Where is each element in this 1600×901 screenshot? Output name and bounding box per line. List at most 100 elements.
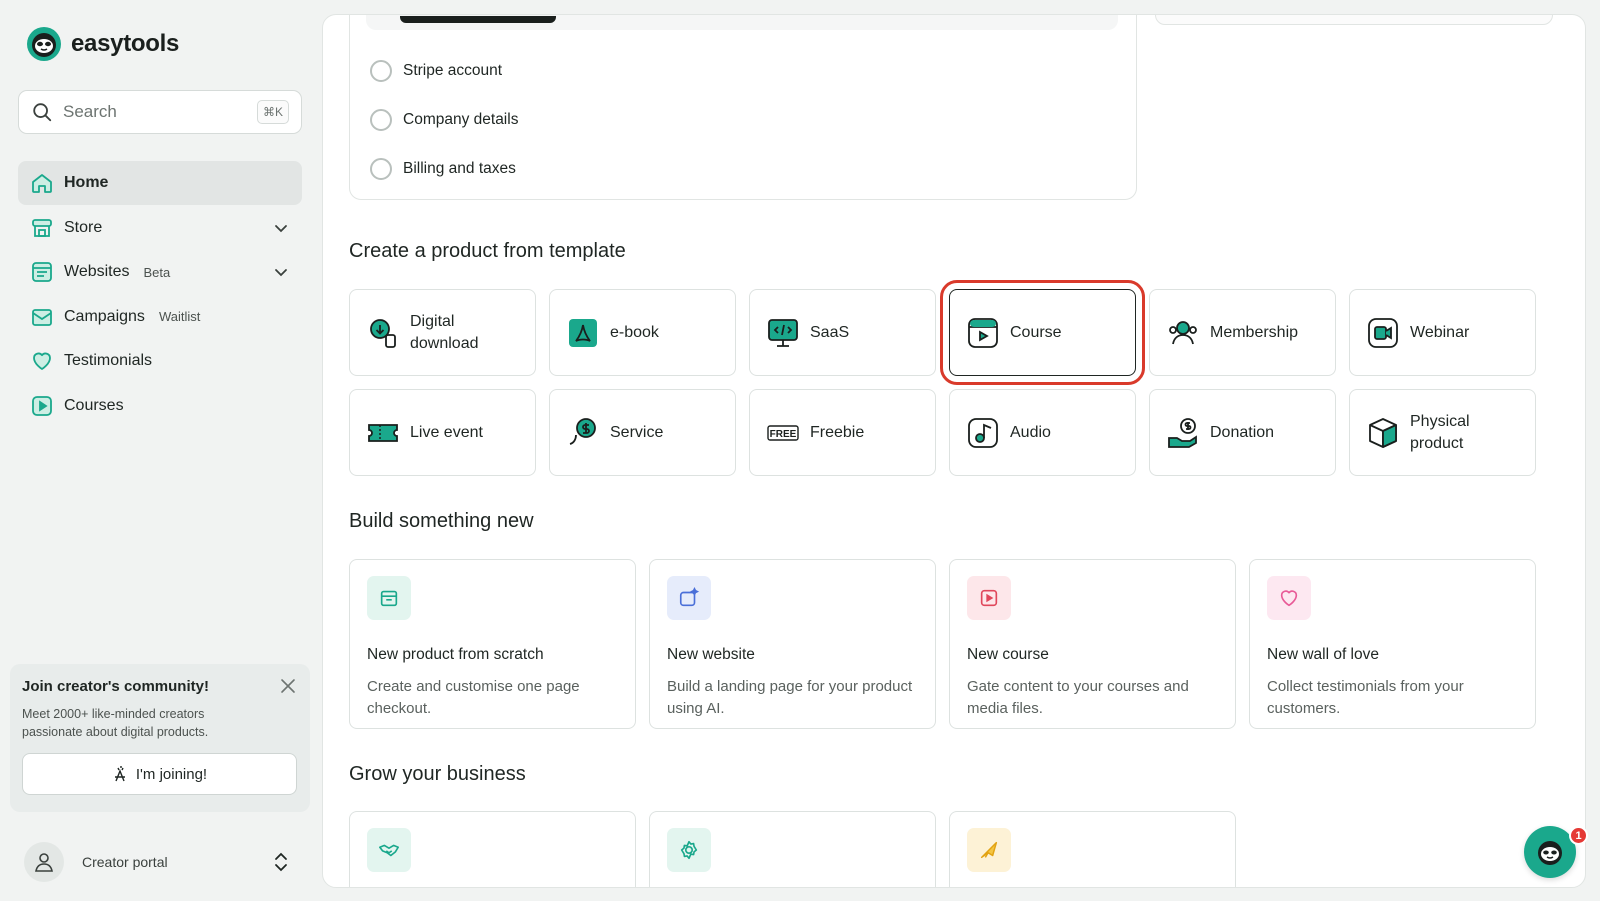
template-service[interactable]: Service: [549, 389, 736, 476]
template-ebook[interactable]: e-book: [549, 289, 736, 376]
build-card-description: Create and customise one page checkout.: [367, 678, 580, 717]
checklist-item-company[interactable]: Company details: [370, 109, 518, 131]
grow-title: Grow your business: [349, 763, 526, 785]
send-icon: [980, 841, 998, 859]
new-product-card[interactable]: New product from scratch Create and cust…: [349, 559, 636, 729]
checklist-item-label: Company details: [403, 111, 519, 128]
new-wall-of-love-card[interactable]: New wall of love Collect testimonials fr…: [1249, 559, 1536, 729]
sidebar-item-label: Campaigns: [64, 307, 145, 325]
template-label: Physical product: [1410, 412, 1470, 452]
template-course[interactable]: Course: [940, 280, 1145, 385]
sidebar-item-campaigns[interactable]: Campaigns Waitlist: [18, 295, 302, 339]
build-card-title: New wall of love: [1267, 646, 1379, 663]
community-card: Join creator's community! Meet 2000+ lik…: [10, 664, 310, 812]
notification-badge: 1: [1569, 826, 1588, 845]
search-input[interactable]: Search ⌘K: [18, 90, 302, 134]
heart-icon: [1280, 590, 1298, 607]
websites-icon: [32, 262, 52, 283]
sidebar-item-websites[interactable]: Websites Beta: [18, 250, 302, 294]
sidebar-item-courses[interactable]: Courses: [18, 384, 302, 428]
template-live-event[interactable]: Live event: [349, 389, 536, 476]
community-description: Meet 2000+ like-minded creators passiona…: [22, 707, 209, 739]
handshake-icon: [379, 844, 399, 857]
join-button[interactable]: I'm joining!: [22, 753, 297, 795]
template-donation[interactable]: Donation: [1149, 389, 1336, 476]
beta-badge: Beta: [143, 264, 171, 280]
template-label: Freebie: [810, 423, 865, 441]
templates-title: Create a product from template: [349, 240, 626, 262]
sidebar-item-label: Websites: [64, 263, 130, 281]
sidebar-item-label: Courses: [64, 396, 124, 414]
digital-download-icon: [370, 318, 396, 348]
sidebar: easytools Search ⌘K Home Store Websites …: [0, 0, 322, 901]
app-root: easytools Search ⌘K Home Store Websites …: [0, 0, 1600, 901]
grow-card-affiliates[interactable]: [349, 811, 636, 887]
play-icon: [32, 396, 52, 416]
brand[interactable]: easytools: [26, 26, 179, 62]
home-icon: [32, 174, 52, 193]
radio-unchecked-icon[interactable]: [370, 60, 392, 82]
template-webinar[interactable]: Webinar: [1349, 289, 1536, 376]
template-freebie[interactable]: FREE Freebie: [749, 389, 936, 476]
build-card-title: New course: [967, 646, 1049, 663]
avatar: [24, 842, 64, 882]
sparkle-window-icon: [679, 587, 700, 607]
radio-unchecked-icon[interactable]: [370, 158, 392, 180]
build-card-description: Build a landing page for your product us…: [667, 678, 913, 717]
grow-card-campaigns[interactable]: [949, 811, 1236, 887]
chevron-down-icon[interactable]: [272, 263, 290, 281]
webinar-icon: [1368, 317, 1398, 348]
build-title: Build something new: [349, 510, 534, 532]
creator-portal-label: Creator portal: [82, 854, 168, 870]
template-label: Course: [1010, 323, 1062, 341]
community-title: Join creator's community!: [22, 678, 209, 695]
build-icon-wrap: [967, 828, 1011, 872]
close-icon[interactable]: [278, 676, 298, 696]
sidebar-item-home[interactable]: Home: [18, 161, 302, 205]
sidebar-item-label: Testimonials: [64, 352, 153, 370]
search-shortcut: ⌘K: [256, 100, 289, 124]
build-icon-wrap: [667, 576, 711, 620]
template-digital-download[interactable]: Digital download: [349, 289, 536, 376]
gear-icon: [680, 840, 698, 860]
sidebar-item-store[interactable]: Store: [18, 206, 302, 250]
saas-icon: [768, 318, 798, 347]
build-icon-wrap: [667, 828, 711, 872]
join-button-label: I'm joining!: [135, 765, 208, 783]
checklist-header: [366, 15, 1118, 30]
template-physical-product[interactable]: Physical product: [1349, 389, 1536, 476]
brand-name: easytools: [71, 30, 180, 57]
store-icon: [32, 218, 52, 237]
side-card: [1155, 15, 1553, 25]
audio-icon: [968, 417, 998, 448]
template-saas[interactable]: SaaS: [749, 289, 936, 376]
chevron-up-down-icon: [275, 852, 287, 872]
template-membership[interactable]: Membership: [1149, 289, 1336, 376]
build-icon-wrap: [967, 576, 1011, 620]
checklist-item-stripe[interactable]: Stripe account: [370, 60, 502, 82]
ticket-icon: [368, 423, 398, 442]
template-audio[interactable]: Audio: [949, 389, 1136, 476]
grow-card-settings[interactable]: [649, 811, 936, 887]
creator-portal-switcher[interactable]: Creator portal: [18, 840, 302, 884]
checklist-item-label: Billing and taxes: [403, 160, 516, 177]
new-website-card[interactable]: New website Build a landing page for you…: [649, 559, 936, 729]
play-icon: [980, 589, 998, 607]
new-course-card[interactable]: New course Gate content to your courses …: [949, 559, 1236, 729]
campaigns-icon: [32, 308, 52, 326]
sidebar-item-testimonials[interactable]: Testimonials: [18, 339, 302, 383]
ebook-icon: [569, 318, 597, 347]
user-icon: [35, 853, 53, 872]
main-panel: Stripe account Company details Billing a…: [322, 14, 1586, 888]
template-label: Webinar: [1410, 323, 1470, 341]
search-placeholder: Search: [63, 102, 117, 121]
radio-unchecked-icon[interactable]: [370, 109, 392, 131]
chevron-down-icon[interactable]: [272, 219, 290, 237]
svg-text:FREE: FREE: [770, 429, 797, 440]
checklist-item-billing[interactable]: Billing and taxes: [370, 158, 516, 180]
build-icon-wrap: [367, 828, 411, 872]
template-label: SaaS: [810, 323, 850, 341]
template-label: Donation: [1210, 423, 1275, 441]
progress-bar: [400, 16, 556, 23]
checklist-item-label: Stripe account: [403, 62, 503, 79]
